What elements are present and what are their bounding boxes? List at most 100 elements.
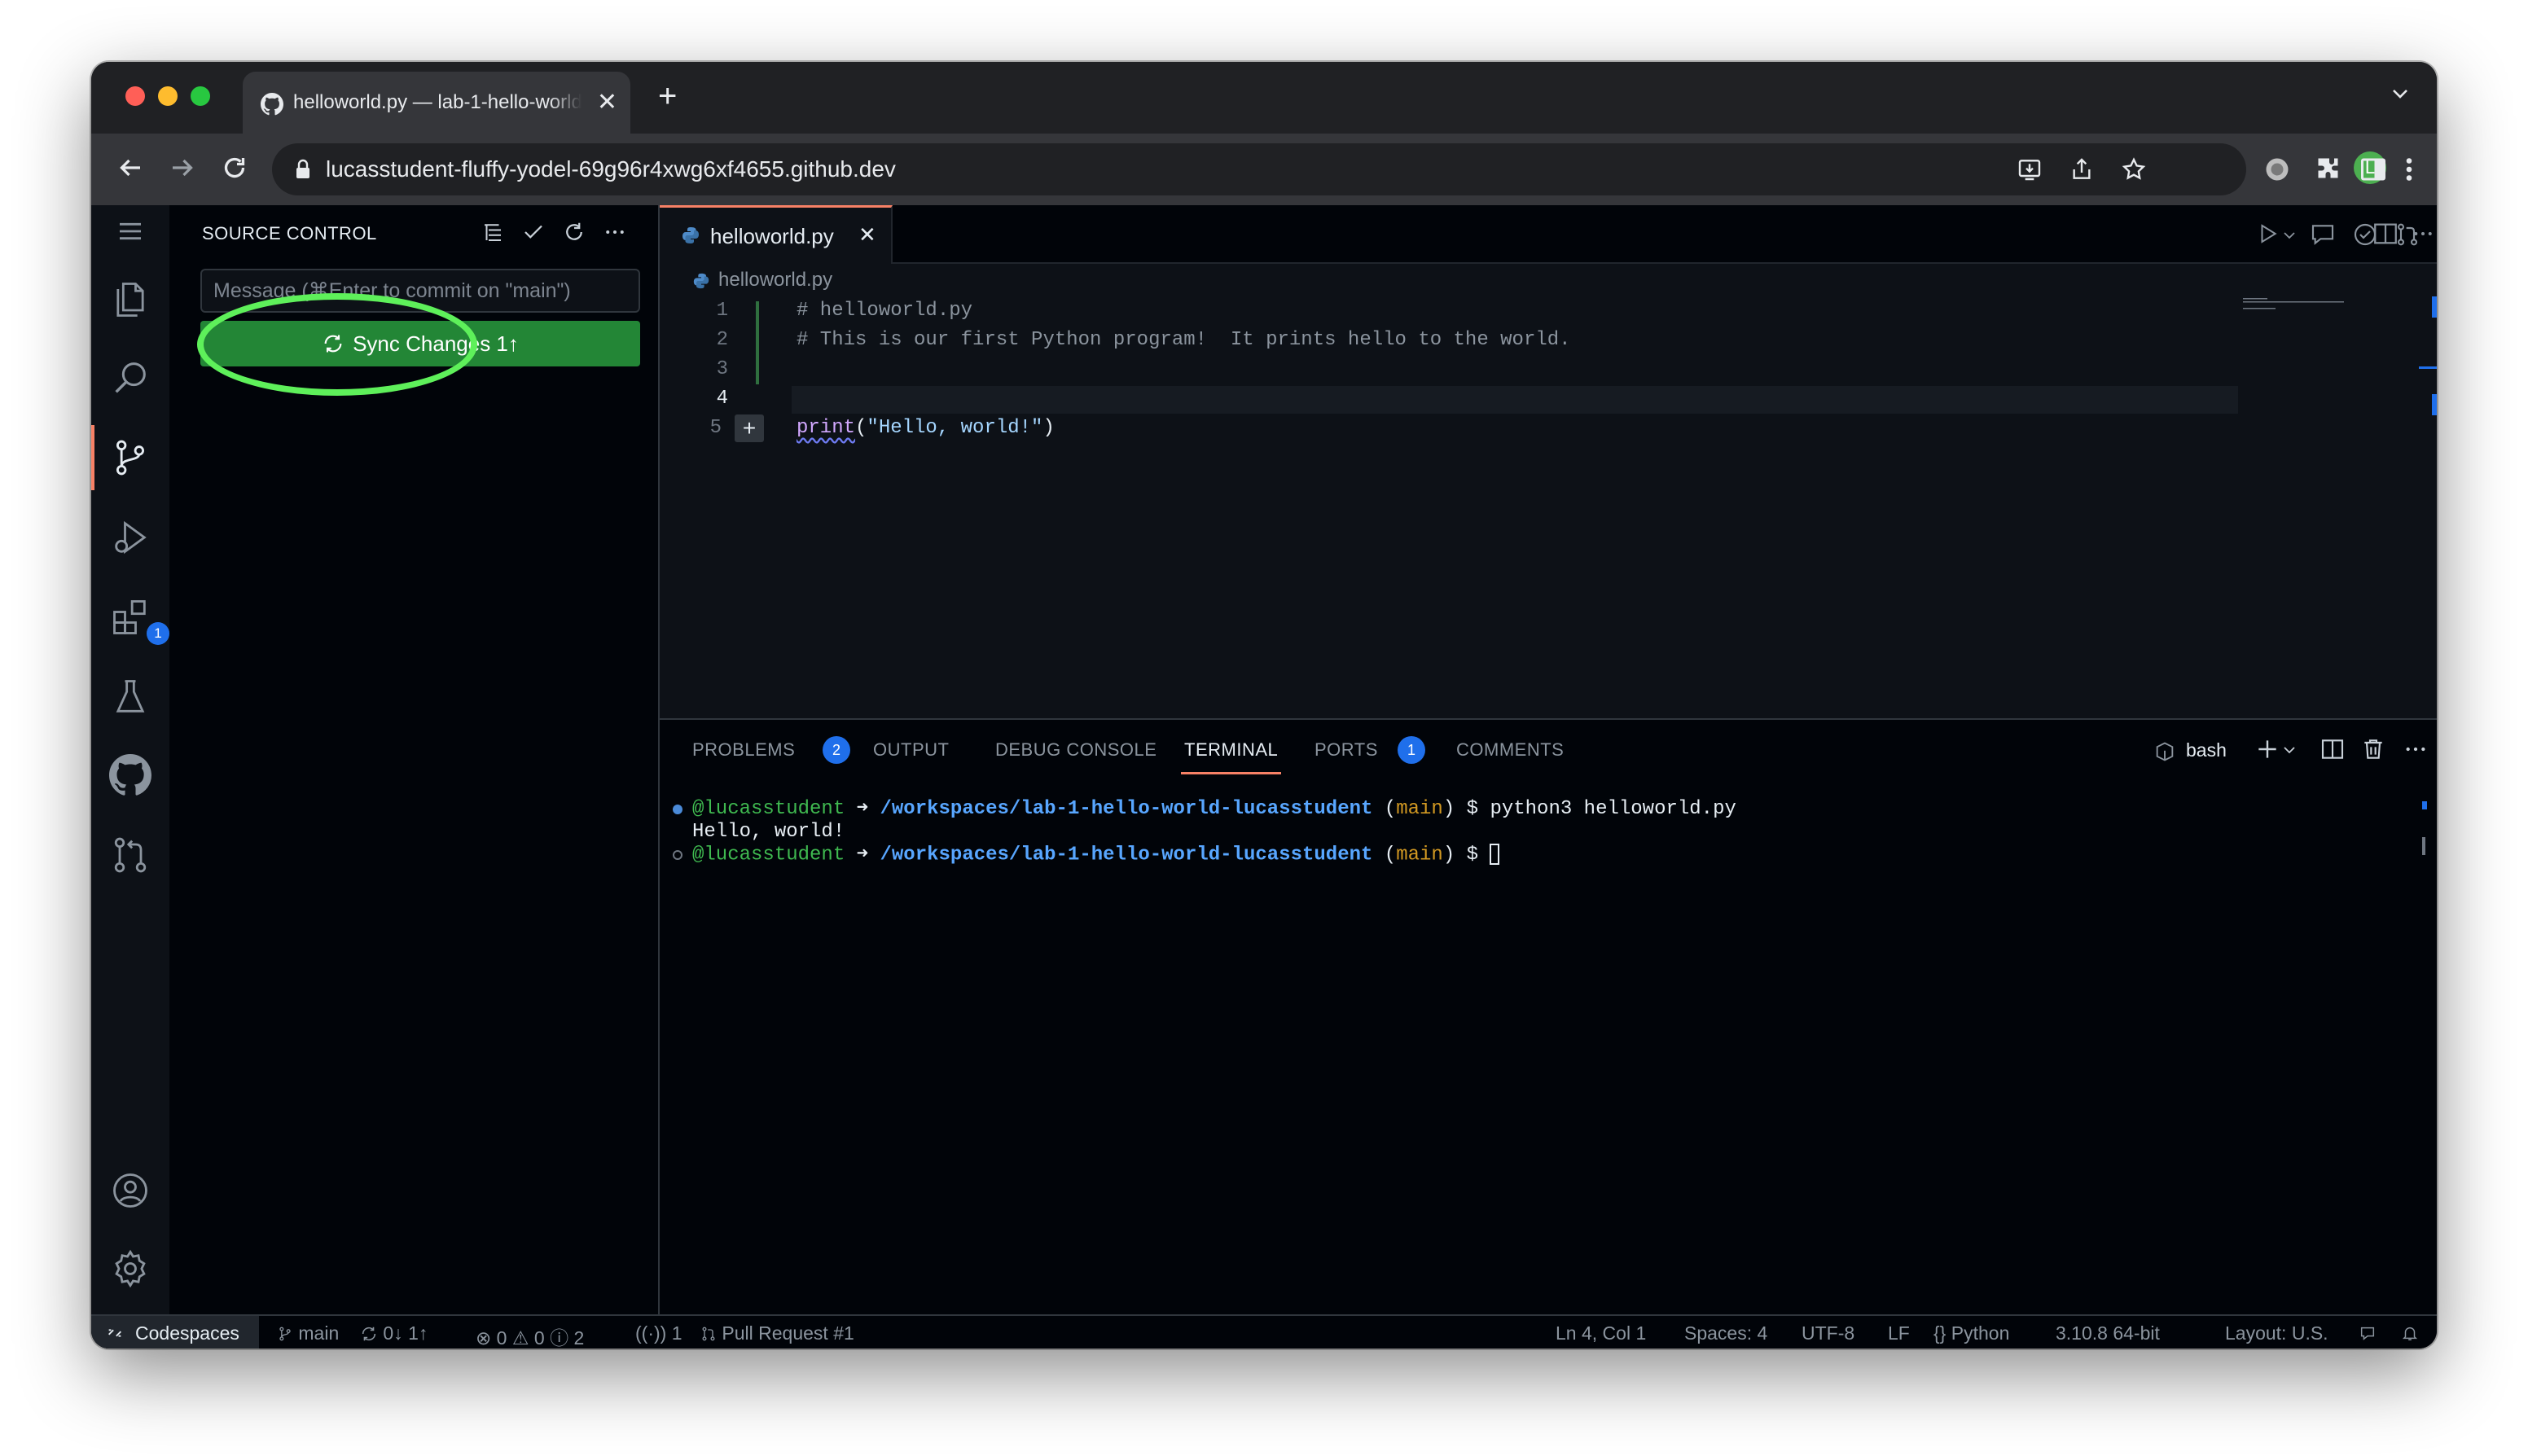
keyboard-layout[interactable]: Layout: U.S. xyxy=(2225,1322,2328,1344)
zoom-window-button[interactable] xyxy=(191,86,210,106)
code-line: 3 xyxy=(660,355,2437,384)
panel-more-actions-icon[interactable] xyxy=(2403,736,2429,762)
remote-indicator[interactable]: Codespaces xyxy=(91,1316,259,1349)
terminal-output[interactable]: @lucasstudent ➜ /workspaces/lab-1-hello-… xyxy=(673,798,1736,866)
accounts-icon[interactable] xyxy=(109,1169,151,1212)
branch-name: main xyxy=(298,1322,340,1344)
tab-problems[interactable]: PROBLEMS xyxy=(692,739,795,761)
side-panel-icon[interactable] xyxy=(2359,155,2388,184)
prompt-branch: main xyxy=(1396,844,1443,866)
search-icon[interactable] xyxy=(109,357,151,399)
extensions-badge: 1 xyxy=(147,622,169,645)
extensions-icon[interactable]: 1 xyxy=(109,596,169,645)
ports-indicator[interactable]: ((·)) 1 xyxy=(635,1322,682,1344)
status-bar: Codespaces main 0↓ 1↑ ⊗ 0 ⚠ 0 ⓘ 2 ((·)) … xyxy=(91,1314,2437,1349)
prompt-user: @lucasstudent xyxy=(692,844,845,866)
refresh-icon[interactable] xyxy=(562,220,586,244)
paren-close: ) xyxy=(1042,417,1055,439)
testing-icon[interactable] xyxy=(109,676,151,718)
close-editor-tab-icon[interactable]: ✕ xyxy=(858,222,876,248)
back-icon[interactable] xyxy=(116,153,145,182)
settings-gear-icon[interactable] xyxy=(109,1248,151,1290)
menu-icon[interactable] xyxy=(109,210,151,252)
explorer-icon[interactable] xyxy=(109,278,151,321)
tab-debug-console[interactable]: DEBUG CONSOLE xyxy=(995,739,1156,761)
new-tab-button[interactable]: + xyxy=(658,78,677,115)
feedback-icon[interactable] xyxy=(2359,1324,2377,1342)
close-window-button[interactable] xyxy=(125,86,145,106)
editor-more-actions-icon[interactable] xyxy=(2411,220,2435,248)
prompt-arrow: ➜ xyxy=(845,798,880,820)
reload-icon[interactable] xyxy=(220,153,249,182)
tab-comments[interactable]: COMMENTS xyxy=(1456,739,1564,761)
terminal-cursor xyxy=(1490,844,1500,865)
lock-icon[interactable] xyxy=(295,159,311,180)
share-icon[interactable] xyxy=(2069,156,2095,182)
notifications-bell-icon[interactable] xyxy=(2401,1324,2419,1342)
pull-requests-icon[interactable] xyxy=(109,834,151,876)
program-output: Hello, world! xyxy=(692,821,845,843)
terminal-scrollbar[interactable] xyxy=(2422,837,2425,855)
prompt-command: $ python3 helloworld.py xyxy=(1455,798,1736,820)
editor-group: helloworld.py ✕ helloworld.py 1 # hellow… xyxy=(660,205,2437,718)
end-of-line[interactable]: LF xyxy=(1888,1322,1910,1344)
browser-tab[interactable]: helloworld.py — lab-1-hello-world-lucass… xyxy=(243,72,630,134)
sync-status[interactable]: 0↓ 1↑ xyxy=(360,1322,428,1344)
problems-badge: 2 xyxy=(823,736,850,764)
prompt-paren: ( xyxy=(1372,798,1397,820)
line-number: 4 xyxy=(716,388,728,410)
editor-tab-helloworld[interactable]: helloworld.py ✕ xyxy=(660,205,893,264)
ports-badge: 1 xyxy=(1398,736,1425,764)
url-text[interactable]: lucasstudent-fluffy-yodel-69g96r4xwg6xf4… xyxy=(326,156,896,182)
terminal-line: @lucasstudent ➜ /workspaces/lab-1-hello-… xyxy=(673,844,1736,866)
terminal-shell-name[interactable]: bash xyxy=(2186,739,2227,761)
tab-ports[interactable]: PORTS xyxy=(1314,739,1378,761)
add-line-comment-button[interactable]: + xyxy=(735,414,764,442)
bookmark-star-icon[interactable] xyxy=(2121,156,2147,182)
kill-terminal-trash-icon[interactable] xyxy=(2360,736,2386,762)
pull-request-indicator[interactable]: Pull Request #1 xyxy=(700,1322,854,1344)
split-terminal-icon[interactable] xyxy=(2320,736,2346,762)
comment-icon[interactable] xyxy=(2310,221,2336,248)
indentation[interactable]: Spaces: 4 xyxy=(1684,1322,1767,1344)
warning-count: 0 xyxy=(533,1327,545,1349)
cursor-position[interactable]: Ln 4, Col 1 xyxy=(1556,1322,1646,1344)
extension-globe-icon[interactable] xyxy=(2262,155,2292,184)
minimize-window-button[interactable] xyxy=(158,86,178,106)
prompt-arrow: ➜ xyxy=(845,844,880,866)
terminal-dropdown-chevron-icon[interactable] xyxy=(2282,743,2297,757)
commit-check-icon[interactable] xyxy=(521,220,546,244)
more-actions-icon[interactable] xyxy=(603,220,627,244)
breadcrumb[interactable]: helloworld.py xyxy=(692,269,832,292)
language-mode[interactable]: {} Python xyxy=(1933,1322,2009,1344)
source-control-icon[interactable] xyxy=(91,425,151,490)
split-editor-icon[interactable] xyxy=(2372,220,2399,248)
terminal-line: @lucasstudent ➜ /workspaces/lab-1-hello-… xyxy=(673,798,1736,821)
close-tab-icon[interactable]: ✕ xyxy=(597,88,617,116)
extensions-puzzle-icon[interactable] xyxy=(2315,155,2344,184)
run-dropdown-chevron-icon[interactable] xyxy=(2282,228,2297,243)
activity-bar: 1 xyxy=(91,205,171,1314)
new-terminal-icon[interactable] xyxy=(2254,736,2280,762)
encoding[interactable]: UTF-8 xyxy=(1802,1322,1854,1344)
address-bar[interactable]: lucasstudent-fluffy-yodel-69g96r4xwg6xf4… xyxy=(272,143,2246,195)
browser-menu-icon[interactable] xyxy=(2401,155,2417,184)
tab-output[interactable]: OUTPUT xyxy=(873,739,949,761)
run-debug-icon[interactable] xyxy=(109,516,151,559)
tab-search-chevron-icon[interactable] xyxy=(2391,85,2409,103)
github-icon[interactable] xyxy=(109,754,151,796)
forward-icon[interactable] xyxy=(168,153,197,182)
browser-toolbar: lucasstudent-fluffy-yodel-69g96r4xwg6xf4… xyxy=(91,134,2437,205)
minimap[interactable] xyxy=(2236,296,2350,321)
run-python-icon[interactable] xyxy=(2256,221,2280,246)
problems-indicator[interactable]: ⊗ 0 ⚠ 0 ⓘ 2 xyxy=(476,1322,584,1349)
branch-indicator[interactable]: main xyxy=(277,1322,339,1344)
view-as-tree-icon[interactable] xyxy=(481,220,505,244)
info-icon: ⓘ xyxy=(550,1327,569,1349)
python-interpreter[interactable]: 3.10.8 64-bit xyxy=(2056,1322,2160,1344)
install-app-icon[interactable] xyxy=(2017,156,2043,182)
tab-terminal[interactable]: TERMINAL xyxy=(1180,739,1282,774)
scrollbar-marker xyxy=(2432,394,2437,415)
code-line: 2 # This is our first Python program! It… xyxy=(660,326,2437,355)
scrollbar-marker xyxy=(2432,296,2437,318)
